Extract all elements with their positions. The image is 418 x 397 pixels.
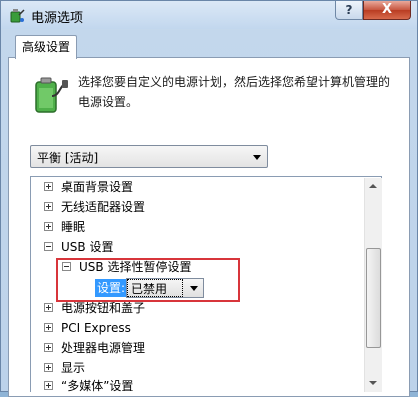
tree-item-usb-settings[interactable]: USB 设置 — [44, 237, 113, 257]
expand-icon[interactable] — [44, 343, 53, 352]
expand-icon[interactable] — [44, 363, 53, 372]
expand-icon[interactable] — [44, 202, 53, 211]
collapse-icon[interactable] — [62, 262, 71, 271]
tree-scrollbar[interactable] — [364, 178, 382, 392]
power-plan-value: 平衡 [活动] — [37, 151, 99, 165]
scrollbar-thumb[interactable] — [366, 248, 381, 348]
tree-item-desktop-background[interactable]: 桌面背景设置 — [44, 177, 133, 197]
scroll-up-arrow-icon[interactable] — [365, 178, 382, 195]
expand-icon[interactable] — [44, 222, 53, 231]
tree-item-processor-power[interactable]: 处理器电源管理 — [44, 338, 145, 358]
expand-icon[interactable] — [44, 381, 53, 390]
tree-item-wireless-adapter[interactable]: 无线适配器设置 — [44, 197, 145, 217]
power-plan-dropdown[interactable]: 平衡 [活动] — [30, 145, 268, 168]
collapse-icon[interactable] — [44, 242, 53, 251]
window-title: 电源选项 — [31, 11, 84, 26]
tree-item-pci-express[interactable]: PCI Express — [44, 318, 131, 338]
tree-item-sleep[interactable]: 睡眠 — [44, 217, 85, 237]
close-button[interactable]: X — [363, 1, 411, 20]
tree-item-display[interactable]: 显示 — [44, 358, 85, 378]
chevron-down-icon — [253, 155, 261, 160]
tree-item-usb-selective-suspend[interactable]: USB 选择性暂停设置 — [62, 257, 191, 277]
battery-plug-icon — [35, 77, 68, 113]
power-options-icon — [10, 9, 25, 23]
scroll-down-arrow-icon[interactable] — [365, 375, 382, 392]
expand-icon[interactable] — [44, 182, 53, 191]
help-button[interactable]: ? — [335, 1, 363, 20]
expand-icon[interactable] — [44, 303, 53, 312]
title-bar: 电源选项 ? X — [1, 1, 417, 29]
tab-advanced-settings[interactable]: 高级设置 — [15, 35, 77, 59]
expand-icon[interactable] — [44, 323, 53, 332]
tree-item-multimedia[interactable]: “多媒体”设置 — [44, 376, 133, 396]
plan-description: 选择您要自定义的电源计划，然后选择您希望计算机管理的电源设置。 — [78, 75, 391, 109]
